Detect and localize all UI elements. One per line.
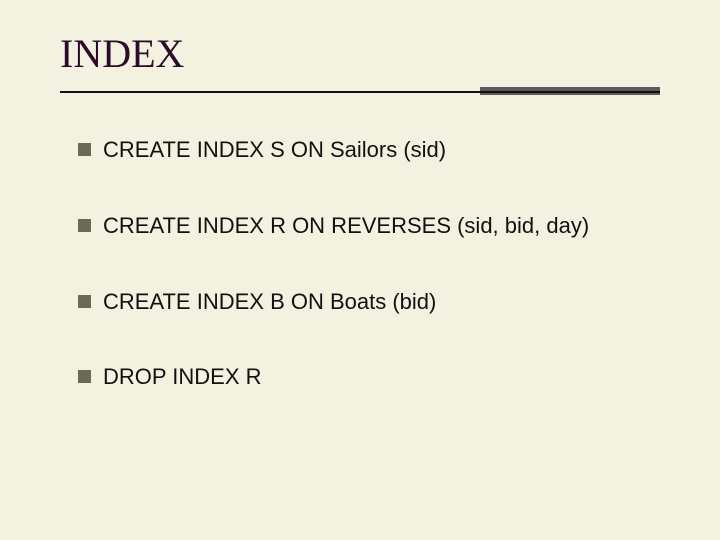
- list-item: CREATE INDEX R ON REVERSES (sid, bid, da…: [78, 205, 660, 247]
- slide: INDEX CREATE INDEX S ON Sailors (sid) CR…: [0, 0, 720, 540]
- list-item: CREATE INDEX B ON Boats (bid): [78, 281, 660, 323]
- title-rule: [60, 87, 660, 99]
- list-item-text: CREATE INDEX S ON Sailors (sid): [103, 129, 660, 171]
- square-bullet-icon: [78, 370, 91, 383]
- slide-title: INDEX: [60, 30, 660, 77]
- list-item-text: DROP INDEX R: [103, 356, 660, 398]
- list-item: CREATE INDEX S ON Sailors (sid): [78, 129, 660, 171]
- square-bullet-icon: [78, 143, 91, 156]
- content-area: CREATE INDEX S ON Sailors (sid) CREATE I…: [0, 99, 720, 398]
- title-block: INDEX: [0, 0, 720, 99]
- list-item: DROP INDEX R: [78, 356, 660, 398]
- title-rule-thin: [60, 91, 660, 93]
- square-bullet-icon: [78, 219, 91, 232]
- list-item-text: CREATE INDEX R ON REVERSES (sid, bid, da…: [103, 205, 660, 247]
- list-item-text: CREATE INDEX B ON Boats (bid): [103, 281, 660, 323]
- square-bullet-icon: [78, 295, 91, 308]
